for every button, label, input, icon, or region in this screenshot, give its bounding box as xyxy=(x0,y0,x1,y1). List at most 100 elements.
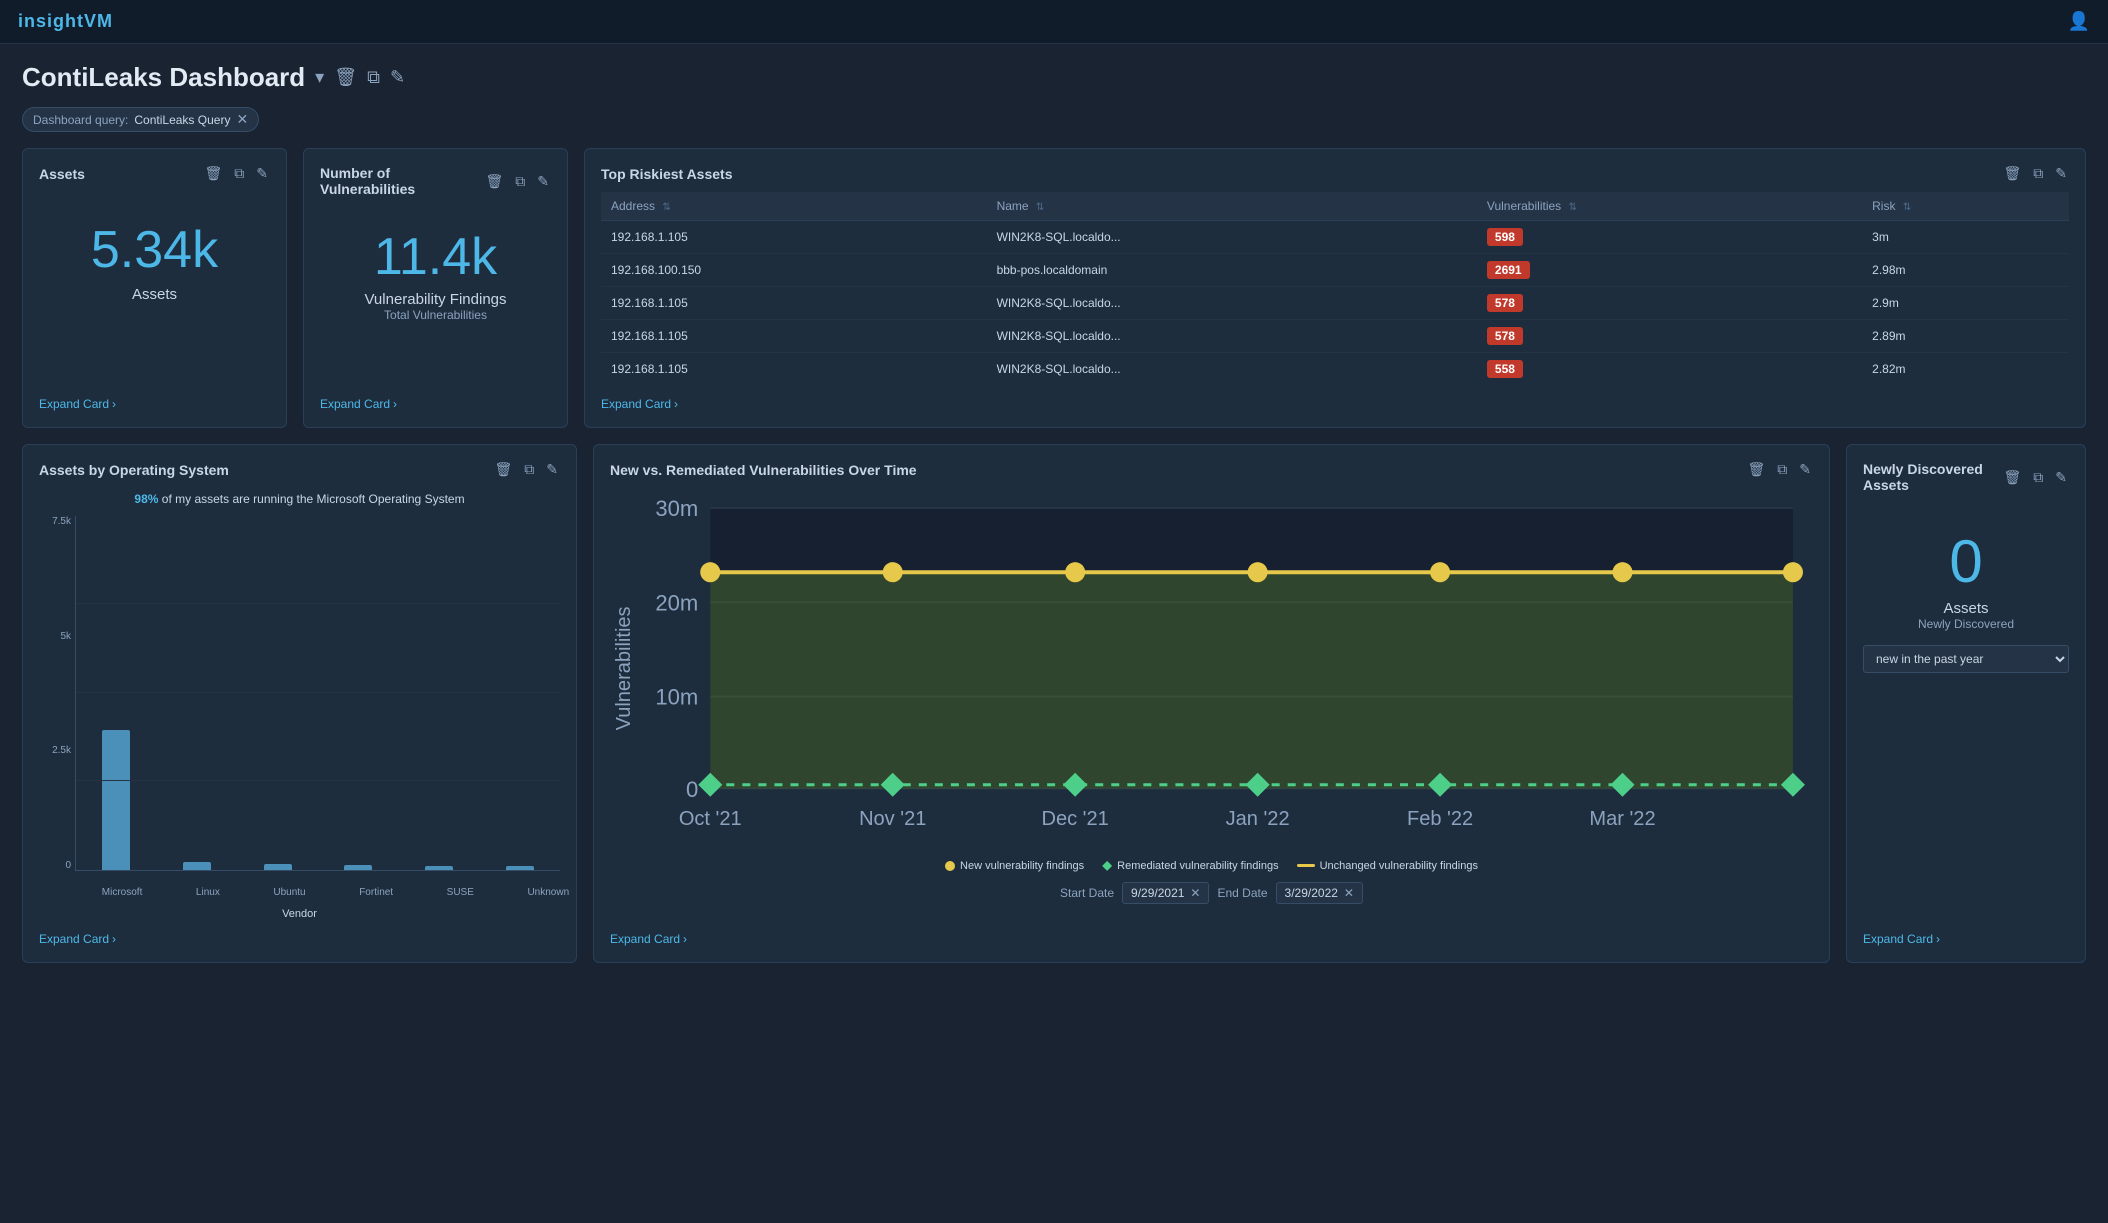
riskiest-expand-card[interactable]: Expand Card › xyxy=(601,385,2069,411)
riskiest-trash-icon[interactable]: 🗑 xyxy=(2001,165,2023,182)
os-bar-chart-inner xyxy=(75,516,560,871)
assets-copy-icon[interactable]: ⧉ xyxy=(232,165,246,182)
os-subtitle-text: of my assets are running the Microsoft O… xyxy=(162,492,465,506)
nvr-trash-icon[interactable]: 🗑 xyxy=(1745,461,1767,478)
svg-text:0: 0 xyxy=(686,777,698,802)
risk-table-header-row: Address ⇅ Name ⇅ Vulnerabilities ⇅ Risk … xyxy=(601,192,2069,221)
bar-ubuntu xyxy=(264,864,292,870)
risk-vulns: 578 xyxy=(1477,287,1862,320)
top-riskiest-card-title: Top Riskiest Assets xyxy=(601,166,2001,182)
risk-score: 2.98m xyxy=(1862,254,2069,287)
os-pct-highlight: 98% xyxy=(134,492,158,506)
newly-expand-card[interactable]: Expand Card › xyxy=(1863,920,2069,946)
risk-address: 192.168.1.105 xyxy=(601,287,987,320)
risk-name[interactable]: WIN2K8-SQL.localdo... xyxy=(987,320,1477,353)
end-date-input[interactable]: 3/29/2022 ✕ xyxy=(1276,882,1363,904)
table-row: 192.168.100.150 bbb-pos.localdomain 2691… xyxy=(601,254,2069,287)
main-content: ContiLeaks Dashboard ▾ 🗑 ⧉ ✎ Dashboard q… xyxy=(0,44,2108,997)
risk-score: 3m xyxy=(1862,221,2069,254)
col-address[interactable]: Address ⇅ xyxy=(601,192,987,221)
top-riskiest-card-header: Top Riskiest Assets 🗑 ⧉ ✎ xyxy=(601,165,2069,182)
bar-unknown xyxy=(506,866,534,870)
col-name[interactable]: Name ⇅ xyxy=(987,192,1477,221)
title-chevron-down-icon[interactable]: ▾ xyxy=(315,67,324,88)
bar-fortinet-rect xyxy=(344,865,372,870)
risk-table: Address ⇅ Name ⇅ Vulnerabilities ⇅ Risk … xyxy=(601,192,2069,385)
bar-linux-rect xyxy=(183,862,211,870)
assets-trash-icon[interactable]: 🗑 xyxy=(202,165,224,182)
nvr-card-header: New vs. Remediated Vulnerabilities Over … xyxy=(610,461,1813,478)
start-date-clear-icon[interactable]: ✕ xyxy=(1190,886,1200,900)
title-edit-icon[interactable]: ✎ xyxy=(390,67,405,88)
bar-linux xyxy=(183,862,211,870)
title-copy-icon[interactable]: ⧉ xyxy=(367,67,380,88)
filter-chip-value: ContiLeaks Query xyxy=(134,113,230,127)
vulnerabilities-sublabel: Total Vulnerabilities xyxy=(320,308,551,322)
start-date-value: 9/29/2021 xyxy=(1131,886,1184,900)
nvr-card-title: New vs. Remediated Vulnerabilities Over … xyxy=(610,462,1745,478)
assets-big-number: 5.34k xyxy=(39,220,270,280)
svg-text:Oct '21: Oct '21 xyxy=(679,808,742,830)
newly-expand-arrow-icon: › xyxy=(1936,932,1940,946)
riskiest-edit-icon[interactable]: ✎ xyxy=(2053,165,2069,182)
end-date-clear-icon[interactable]: ✕ xyxy=(1344,886,1354,900)
assets-card-actions: 🗑 ⧉ ✎ xyxy=(202,165,270,182)
assets-edit-icon[interactable]: ✎ xyxy=(254,165,270,182)
filter-chip-close-icon[interactable]: ✕ xyxy=(236,111,248,128)
col-vulnerabilities[interactable]: Vulnerabilities ⇅ xyxy=(1477,192,1862,221)
os-edit-icon[interactable]: ✎ xyxy=(544,461,560,478)
risk-score: 2.82m xyxy=(1862,353,2069,386)
col-risk[interactable]: Risk ⇅ xyxy=(1862,192,2069,221)
svg-text:10m: 10m xyxy=(655,685,698,710)
newly-edit-icon[interactable]: ✎ xyxy=(2053,469,2069,486)
end-date-value: 3/29/2022 xyxy=(1285,886,1338,900)
svg-text:Feb '22: Feb '22 xyxy=(1407,808,1473,830)
risk-score: 2.9m xyxy=(1862,287,2069,320)
vuln-expand-arrow-icon: › xyxy=(393,397,397,411)
os-subtitle: 98% of my assets are running the Microso… xyxy=(39,492,560,506)
title-trash-icon[interactable]: 🗑 xyxy=(334,67,357,88)
user-icon[interactable]: 👤 xyxy=(2068,11,2090,32)
legend-remediated-dot xyxy=(1102,861,1112,871)
assets-expand-card[interactable]: Expand Card › xyxy=(39,385,270,411)
vuln-trash-icon[interactable]: 🗑 xyxy=(483,173,505,190)
top-navigation: insightVM 👤 xyxy=(0,0,2108,44)
newly-time-dropdown[interactable]: new in the past yearnew in the past mont… xyxy=(1863,645,2069,673)
os-card: Assets by Operating System 🗑 ⧉ ✎ 98% of … xyxy=(22,444,577,963)
legend-unchanged: Unchanged vulnerability findings xyxy=(1297,860,1478,872)
vuln-copy-icon[interactable]: ⧉ xyxy=(513,173,527,190)
filter-chip-label: Dashboard query: xyxy=(33,113,128,127)
risk-vulns: 558 xyxy=(1477,353,1862,386)
risk-name[interactable]: WIN2K8-SQL.localdo... xyxy=(987,221,1477,254)
legend-unchanged-dash xyxy=(1297,864,1315,867)
end-date-label: End Date xyxy=(1217,886,1267,900)
os-expand-card[interactable]: Expand Card › xyxy=(39,920,560,946)
riskiest-expand-arrow-icon: › xyxy=(674,397,678,411)
newly-trash-icon[interactable]: 🗑 xyxy=(2001,469,2023,486)
newly-copy-icon[interactable]: ⧉ xyxy=(2031,469,2045,486)
assets-expand-arrow-icon: › xyxy=(112,397,116,411)
risk-name[interactable]: WIN2K8-SQL.localdo... xyxy=(987,353,1477,386)
os-chart-container: 98% of my assets are running the Microso… xyxy=(39,488,560,920)
risk-vulns: 578 xyxy=(1477,320,1862,353)
table-row: 192.168.1.105 WIN2K8-SQL.localdo... 578 … xyxy=(601,320,2069,353)
newly-card-title: Newly Discovered Assets xyxy=(1863,461,2001,493)
gridline-2 xyxy=(76,692,560,693)
vulnerabilities-expand-card[interactable]: Expand Card › xyxy=(320,385,551,411)
start-date-input[interactable]: 9/29/2021 ✕ xyxy=(1122,882,1209,904)
os-trash-icon[interactable]: 🗑 xyxy=(492,461,514,478)
os-copy-icon[interactable]: ⧉ xyxy=(522,461,536,478)
top-riskiest-card-actions: 🗑 ⧉ ✎ xyxy=(2001,165,2069,182)
risk-name[interactable]: WIN2K8-SQL.localdo... xyxy=(987,287,1477,320)
nvr-edit-icon[interactable]: ✎ xyxy=(1797,461,1813,478)
risk-name[interactable]: bbb-pos.localdomain xyxy=(987,254,1477,287)
risk-vulns: 2691 xyxy=(1477,254,1862,287)
date-filters: Start Date 9/29/2021 ✕ End Date 3/29/202… xyxy=(610,882,1813,904)
riskiest-copy-icon[interactable]: ⧉ xyxy=(2031,165,2045,182)
legend-remediated: Remediated vulnerability findings xyxy=(1102,860,1278,872)
vuln-edit-icon[interactable]: ✎ xyxy=(535,173,551,190)
svg-text:Jan '22: Jan '22 xyxy=(1226,808,1290,830)
nvr-expand-card[interactable]: Expand Card › xyxy=(610,920,1813,946)
newly-card-header: Newly Discovered Assets 🗑 ⧉ ✎ xyxy=(1863,461,2069,493)
nvr-copy-icon[interactable]: ⧉ xyxy=(1775,461,1789,478)
